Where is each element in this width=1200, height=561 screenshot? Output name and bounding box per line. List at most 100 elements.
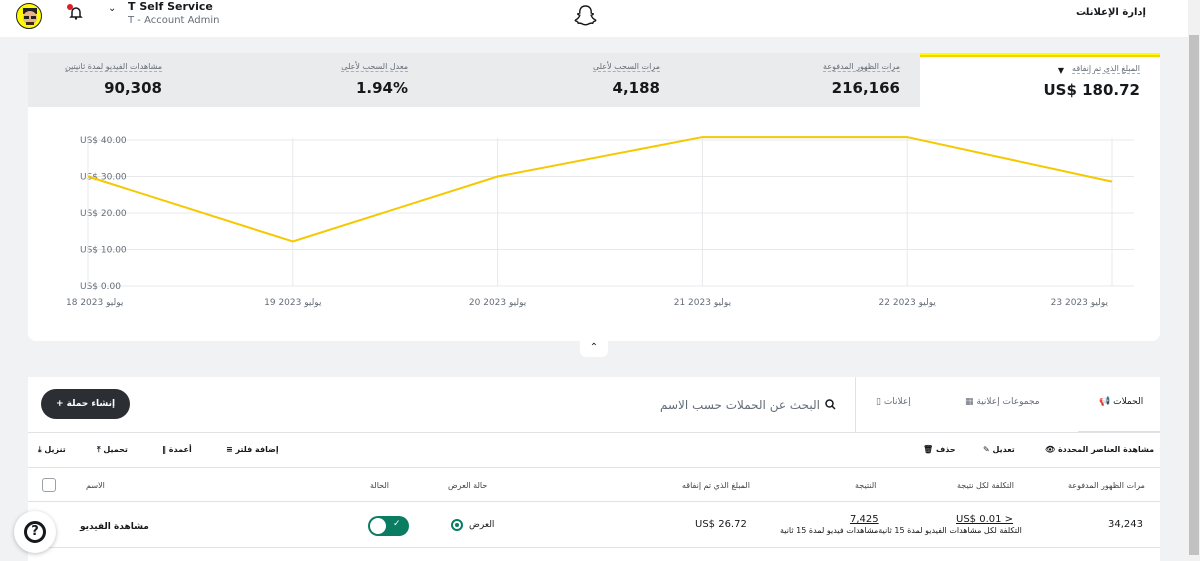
select-all-checkbox[interactable] <box>42 478 56 492</box>
metric-value: 1.94% <box>355 79 408 97</box>
add-filter-button[interactable]: إضافة فلتر ≡ <box>226 445 279 454</box>
result-note: التكلفة لكل مشاهدات الفيديو لمدة 15 ثاني… <box>780 526 1022 535</box>
ads-manager-menu[interactable]: إدارة الإعلانات <box>1076 7 1146 18</box>
chevron-up-icon: ⌃ <box>589 342 599 353</box>
y-tick-label: US$ 40.00 <box>80 136 127 146</box>
tab-ads[interactable]: إعلانات ▯ <box>876 397 911 407</box>
avatar[interactable] <box>16 3 42 29</box>
toggle-knob <box>370 518 386 534</box>
campaigns-panel: + إنشاء حملة البحث عن الحملات حسب الاسم … <box>28 377 1160 561</box>
account-role: T - Account Admin <box>128 15 220 26</box>
help-button[interactable]: ? <box>14 511 56 553</box>
create-campaign-button[interactable]: + إنشاء حملة <box>41 389 130 419</box>
metric-swipe-ups[interactable]: مرات السحب لأعلى 4,188 <box>460 53 680 107</box>
result-value[interactable]: 7,425 <box>850 514 879 525</box>
filter-icon: ≡ <box>226 445 233 454</box>
edit-button[interactable]: تعديل ✎ <box>983 445 1015 454</box>
columns-label: أعمدة <box>168 445 192 454</box>
view-selected-label: مشاهدة العناصر المحددة <box>1057 445 1155 454</box>
paid-impressions-value: 34,243 <box>1108 519 1143 530</box>
divider <box>28 432 1160 433</box>
metric-amount-spent[interactable]: ▼ المبلغ الذي تم إنفاقه US$ 180.72 <box>920 53 1160 107</box>
upload-icon: ⤒ <box>97 445 101 454</box>
delete-label: حذف <box>935 445 956 454</box>
tab-ad-sets[interactable]: مجموعات إعلانية ▦ <box>965 397 1040 407</box>
metric-value: 4,188 <box>612 79 660 97</box>
upload-label: تحميل <box>103 445 128 454</box>
megaphone-icon: 📢 <box>1099 397 1111 407</box>
metric-paid-impressions[interactable]: مرات الظهور المدفوعة 216,166 <box>700 53 920 107</box>
metric-label: مرات الظهور المدفوعة <box>823 62 900 72</box>
eye-icon: 👁 <box>1045 445 1056 454</box>
delete-button[interactable]: حذف 🗑 <box>923 445 956 454</box>
x-tick-label: 19 يوليو 2023 <box>264 298 322 308</box>
question-icon: ? <box>24 521 46 543</box>
tab-label: مجموعات إعلانية <box>976 397 1040 407</box>
collapse-chart-button[interactable]: ⌃ <box>580 339 608 357</box>
campaign-name-link[interactable]: مشاهدة الفيديو <box>80 522 149 532</box>
plus-icon: + <box>55 399 64 409</box>
view-selected-button[interactable]: مشاهدة العناصر المحددة 👁 <box>1045 445 1154 454</box>
metric-swipe-up-rate[interactable]: معدل السحب لأعلى 1.94% <box>208 53 428 107</box>
divider <box>28 467 1160 468</box>
delivery-status: العرض <box>469 520 495 530</box>
columns-icon: ‖ <box>162 445 166 454</box>
y-tick-label: US$ 20.00 <box>80 209 127 219</box>
y-tick-label: US$ 10.00 <box>80 246 127 256</box>
pencil-icon: ✎ <box>983 445 990 454</box>
phone-icon: ▯ <box>876 397 881 407</box>
bell-icon[interactable] <box>69 6 83 24</box>
x-tick-label: 21 يوليو 2023 <box>674 298 732 308</box>
metric-video-views-2s[interactable]: مشاهدات الفيديو لمدة ثانيتين 90,308 <box>0 53 182 107</box>
metric-label: مرات السحب لأعلى <box>592 62 660 72</box>
check-icon: ✓ <box>393 519 401 529</box>
caret-down-icon[interactable]: ▼ <box>1058 66 1064 75</box>
tab-campaigns[interactable]: الحملات 📢 <box>1099 397 1143 407</box>
column-header-status[interactable]: الحالة <box>370 481 389 490</box>
columns-button[interactable]: أعمدة ‖ <box>162 445 192 454</box>
y-tick-label: US$ 0.00 <box>80 282 121 292</box>
divider <box>28 547 1160 548</box>
column-header-delivery[interactable]: حالة العرض <box>448 481 487 490</box>
download-icon: ⤓ <box>38 445 42 454</box>
page-scrollbar[interactable] <box>1188 0 1200 561</box>
search-input[interactable]: البحث عن الحملات حسب الاسم <box>660 398 820 412</box>
trash-icon: 🗑 <box>923 445 934 454</box>
column-header-name[interactable]: الاسم <box>86 481 105 490</box>
column-header-cost-per-result[interactable]: التكلفة لكل نتيجة <box>957 481 1014 490</box>
search-icon <box>825 399 836 413</box>
cost-per-result-value[interactable]: < US$ 0.01 <box>956 514 1013 525</box>
upload-button[interactable]: تحميل ⤒ <box>97 445 128 455</box>
x-tick-label: 18 يوليو 2023 <box>66 298 124 308</box>
metric-label: معدل السحب لأعلى <box>341 62 408 72</box>
delivery-status-icon <box>451 519 463 531</box>
x-tick-label: 23 يوليو 2023 <box>1051 298 1109 308</box>
metric-label: مشاهدات الفيديو لمدة ثانيتين <box>64 62 162 72</box>
snapchat-logo-icon[interactable] <box>573 4 598 28</box>
scrollbar-thumb[interactable] <box>1189 35 1199 555</box>
metric-value: US$ 180.72 <box>1043 81 1140 99</box>
metrics-bar: ▼ المبلغ الذي تم إنفاقه US$ 180.72 مرات … <box>28 53 1160 107</box>
chart-card: US$ 0.00 US$ 10.00 US$ 20.00 US$ 30.00 US$ 4… <box>28 107 1160 341</box>
metric-value: 90,308 <box>104 79 162 97</box>
amount-spent-value: US$ 26.72 <box>695 519 747 530</box>
metric-value: 216,166 <box>831 79 900 97</box>
tab-label: الحملات <box>1113 397 1144 407</box>
add-filter-label: إضافة فلتر <box>235 445 279 454</box>
edit-label: تعديل <box>992 445 1015 454</box>
download-button[interactable]: تنزيل ⤓ <box>38 445 66 455</box>
divider <box>855 377 856 432</box>
divider <box>28 501 1160 502</box>
column-header-result[interactable]: النتيجة <box>855 481 876 490</box>
tab-label: إعلانات <box>883 397 911 407</box>
spend-line-chart: US$ 0.00US$ 10.00US$ 20.00US$ 30.00US$ 4… <box>66 136 1134 308</box>
metric-label: المبلغ الذي تم إنفاقه <box>1072 64 1140 74</box>
account-name[interactable]: T Self Service <box>128 0 213 13</box>
column-header-paid-impressions[interactable]: مرات الظهور المدفوعة <box>1068 481 1145 490</box>
chevron-down-icon[interactable]: ⌄ <box>108 3 116 14</box>
create-campaign-label: إنشاء حملة <box>66 399 116 409</box>
x-tick-label: 20 يوليو 2023 <box>469 298 527 308</box>
series-line <box>87 136 1113 243</box>
column-header-amount-spent[interactable]: المبلغ الذي تم إنفاقه <box>682 481 750 490</box>
status-toggle[interactable]: ✓ <box>368 516 409 536</box>
